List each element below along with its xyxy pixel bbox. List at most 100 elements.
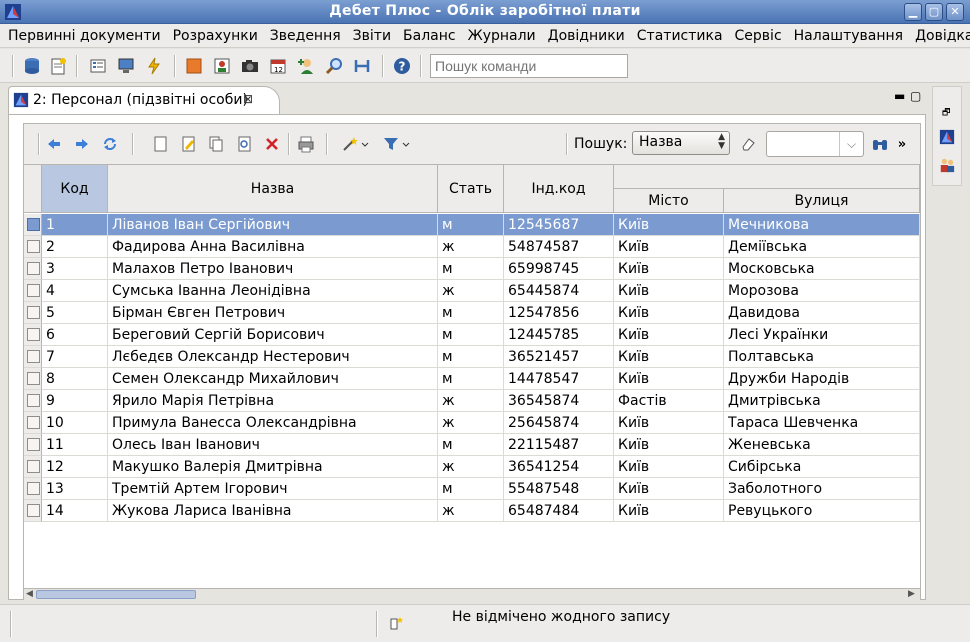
cell-city[interactable]: Київ [614, 500, 724, 522]
column-header-city[interactable]: Місто [614, 189, 724, 213]
cell-city[interactable]: Київ [614, 236, 724, 258]
menu-reports[interactable]: Звіти [347, 24, 397, 47]
column-header-tax-id[interactable]: Інд.код [504, 165, 614, 213]
cell-sex[interactable]: м [438, 346, 504, 368]
tab-personnel[interactable]: 2: Персонал (підзвітні особи) ⊠ [8, 86, 280, 114]
cell-sex[interactable]: ж [438, 500, 504, 522]
scrollbar-thumb[interactable] [36, 590, 196, 599]
people-icon[interactable] [939, 157, 955, 173]
menu-directories[interactable]: Довідники [542, 24, 631, 47]
menu-summaries[interactable]: Зведення [264, 24, 347, 47]
cell-street[interactable]: Деміївська [724, 236, 920, 258]
database-icon[interactable] [22, 56, 42, 76]
row-selector[interactable] [24, 434, 42, 456]
table-row[interactable]: 9 Ярило Марія Петрівна ж 36545874 Фастів Дмит… [24, 390, 920, 412]
cell-tax-id[interactable]: 55487548 [504, 478, 614, 500]
column-header-street[interactable]: Вулиця [724, 189, 920, 213]
cell-sex[interactable]: ж [438, 390, 504, 412]
table-row[interactable]: 4 Сумська Іванна Леонідівна ж 65445874 Київ М… [24, 280, 920, 302]
table-row[interactable]: 13 Тремтій Артем Ігорович м 55487548 Київ Заб… [24, 478, 920, 500]
cell-name[interactable]: Ліванов Іван Сергійович [108, 214, 438, 236]
cell-code[interactable]: 9 [42, 390, 108, 412]
binoculars-icon[interactable] [870, 134, 890, 154]
row-checkbox[interactable] [27, 438, 40, 451]
cell-code[interactable]: 1 [42, 214, 108, 236]
new-document-icon[interactable] [48, 56, 68, 76]
horizontal-scrollbar[interactable]: ◀ ▶ [24, 588, 920, 600]
refresh-icon[interactable] [100, 134, 120, 154]
cell-code[interactable]: 4 [42, 280, 108, 302]
row-selector[interactable] [24, 390, 42, 412]
cell-tax-id[interactable]: 65445874 [504, 280, 614, 302]
row-selector[interactable] [24, 214, 42, 236]
cell-city[interactable]: Київ [614, 258, 724, 280]
cell-tax-id[interactable]: 12545687 [504, 214, 614, 236]
cell-city[interactable]: Київ [614, 456, 724, 478]
help-icon[interactable]: ? [392, 56, 412, 76]
row-selector[interactable] [24, 456, 42, 478]
menu-help[interactable]: Довідка [909, 24, 970, 47]
tab-close-icon[interactable]: ⊠ [243, 92, 253, 106]
print-icon[interactable] [296, 134, 316, 154]
scroll-right-icon[interactable]: ▶ [908, 589, 915, 599]
table-row[interactable]: 1 Ліванов Іван Сергійович м 12545687 Київ Меч… [24, 214, 920, 236]
cell-name[interactable]: Береговий Сергій Борисович [108, 324, 438, 346]
close-button[interactable]: ✕ [946, 3, 964, 21]
cell-tax-id[interactable]: 14478547 [504, 368, 614, 390]
new-record-icon[interactable] [150, 134, 170, 154]
search-magnifier-icon[interactable] [324, 56, 344, 76]
table-row[interactable]: 10 Примула Ванесса Олександрівна ж 25645874… [24, 412, 920, 434]
cell-sex[interactable]: м [438, 478, 504, 500]
row-selector[interactable] [24, 236, 42, 258]
cell-sex[interactable]: ж [438, 456, 504, 478]
cell-code[interactable]: 8 [42, 368, 108, 390]
table-row[interactable]: 3 Малахов Петро Іванович м 65998745 Київ Моск… [24, 258, 920, 280]
cell-code[interactable]: 10 [42, 412, 108, 434]
cell-code[interactable]: 2 [42, 236, 108, 258]
row-checkbox[interactable] [27, 372, 40, 385]
cell-name[interactable]: Макушко Валерія Дмитрівна [108, 456, 438, 478]
cell-street[interactable]: Сибірська [724, 456, 920, 478]
row-checkbox[interactable] [27, 460, 40, 473]
row-checkbox[interactable] [27, 284, 40, 297]
cell-tax-id[interactable]: 65487484 [504, 500, 614, 522]
column-width-icon[interactable] [352, 56, 372, 76]
cell-street[interactable]: Давидова [724, 302, 920, 324]
cell-sex[interactable]: м [438, 302, 504, 324]
orange-box-icon[interactable] [184, 56, 204, 76]
cell-sex[interactable]: м [438, 214, 504, 236]
arrow-right-icon[interactable] [72, 134, 92, 154]
table-row[interactable]: 5 Бірман Євген Петрович м 12547856 Київ Давид… [24, 302, 920, 324]
table-row[interactable]: 11 Олесь Іван Іванович м 22115487 Київ Женевс… [24, 434, 920, 456]
cell-code[interactable]: 3 [42, 258, 108, 280]
cell-sex[interactable]: м [438, 434, 504, 456]
table-row[interactable]: 7 Лєбедєв Олександр Нестерович м 36521457 Ки… [24, 346, 920, 368]
table-row[interactable]: 12 Макушко Валерія Дмитрівна ж 36541254 Київ… [24, 456, 920, 478]
magic-wand-menu-icon[interactable] [342, 134, 370, 154]
cell-tax-id[interactable]: 25645874 [504, 412, 614, 434]
cell-name[interactable]: Сумська Іванна Леонідівна [108, 280, 438, 302]
row-checkbox[interactable] [27, 350, 40, 363]
search-value-input[interactable]: ⌵ [766, 131, 864, 157]
restore-icon[interactable]: 🗗 [942, 105, 950, 121]
scroll-left-icon[interactable]: ◀ [26, 589, 33, 599]
menu-primary-documents[interactable]: Первинні документи [0, 24, 167, 47]
cell-code[interactable]: 12 [42, 456, 108, 478]
row-checkbox[interactable] [27, 416, 40, 429]
row-selector[interactable] [24, 346, 42, 368]
cell-code[interactable]: 7 [42, 346, 108, 368]
eraser-icon[interactable] [738, 134, 758, 154]
cell-sex[interactable]: м [438, 324, 504, 346]
row-checkbox[interactable] [27, 328, 40, 341]
row-checkbox[interactable] [27, 218, 40, 231]
cell-city[interactable]: Київ [614, 324, 724, 346]
row-selector[interactable] [24, 302, 42, 324]
row-checkbox[interactable] [27, 306, 40, 319]
cell-sex[interactable]: ж [438, 236, 504, 258]
cell-name[interactable]: Семен Олександр Михайлович [108, 368, 438, 390]
cell-street[interactable]: Дмитрівська [724, 390, 920, 412]
column-header-code[interactable]: Код [42, 165, 108, 213]
cell-name[interactable]: Жукова Лариса Іванівна [108, 500, 438, 522]
cell-street[interactable]: Мечникова [724, 214, 920, 236]
cell-tax-id[interactable]: 36541254 [504, 456, 614, 478]
